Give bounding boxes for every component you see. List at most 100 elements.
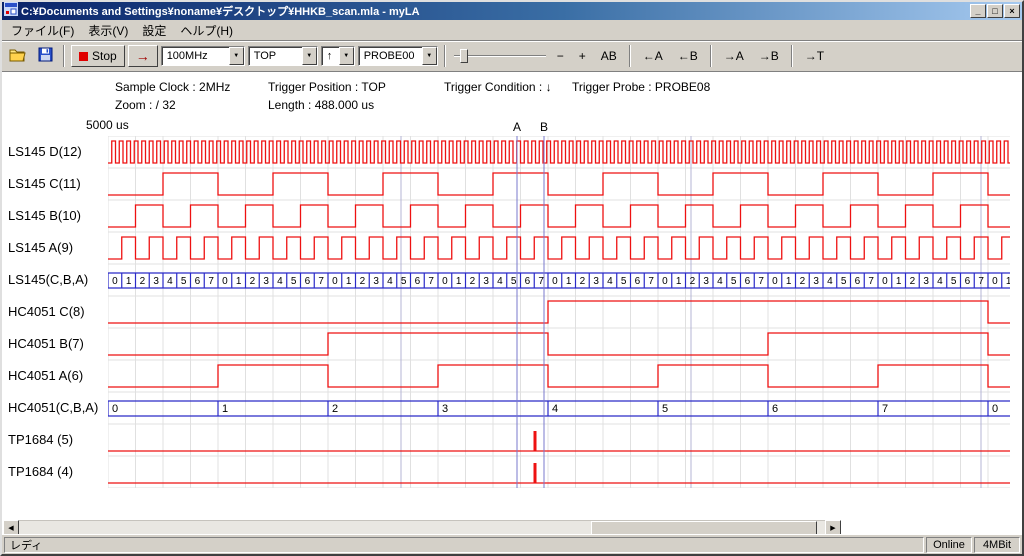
svg-text:3: 3 [483,276,489,287]
zoom-out-button[interactable]: − [551,46,570,66]
svg-text:2: 2 [332,403,338,415]
chevron-down-icon[interactable]: ▼ [302,47,317,65]
svg-text:6: 6 [965,276,971,287]
svg-text:6: 6 [635,276,641,287]
move-cursor-a-right-button[interactable]: →A [718,46,750,66]
menu-help[interactable]: ヘルプ(H) [173,20,240,41]
trigger-position-value: TOP [249,47,302,65]
svg-text:7: 7 [758,276,764,287]
svg-text:7: 7 [208,276,214,287]
zoom-slider[interactable] [452,45,548,67]
svg-text:1: 1 [346,276,352,287]
save-button[interactable] [33,45,57,67]
window-controls: _ □ × [970,4,1020,18]
app-icon [4,2,18,21]
trigger-edge-select[interactable]: ↑ ▼ [321,46,355,66]
svg-text:4: 4 [277,276,283,287]
sample-clock-select[interactable]: 100MHz ▼ [161,46,245,66]
channel-trace-7 [108,365,1010,387]
svg-text:4: 4 [937,276,943,287]
svg-text:2: 2 [910,276,916,287]
ab-range-button[interactable]: AB [595,46,623,66]
open-file-button[interactable] [6,45,30,67]
move-cursor-b-left-button[interactable]: ←B [672,46,704,66]
svg-text:3: 3 [703,276,709,287]
channel-trace-0 [108,141,1010,163]
toolbar-separator [710,45,712,67]
svg-text:1: 1 [676,276,682,287]
svg-text:5: 5 [841,276,847,287]
probe-select[interactable]: PROBE00 ▼ [358,46,438,66]
svg-text:1: 1 [566,276,572,287]
chevron-down-icon[interactable]: ▼ [422,47,437,65]
move-cursor-b-right-button[interactable]: →B [753,46,785,66]
svg-text:1: 1 [222,403,228,415]
folder-open-icon [9,48,27,65]
trigger-position-select[interactable]: TOP ▼ [248,46,318,66]
toolbar-separator [63,45,65,67]
svg-text:2: 2 [140,276,146,287]
waveform-panel: LS145 D(12)LS145 C(11)LS145 B(10)LS145 A… [2,136,1010,488]
scroll-right-icon[interactable]: ▶ [825,520,841,534]
svg-text:4: 4 [717,276,723,287]
statusbar: レディ Online 4MBit [2,534,1022,554]
memory-status: 4MBit [974,537,1020,553]
channel-trace-3 [108,237,1010,259]
maximize-button[interactable]: □ [987,4,1003,18]
run-button[interactable]: → [128,45,158,67]
menubar: ファイル(F) 表示(V) 設定 ヘルプ(H) [2,20,1022,40]
svg-text:5: 5 [731,276,737,287]
online-status: Online [926,537,972,553]
scrollbar-track[interactable] [19,520,825,534]
svg-text:6: 6 [525,276,531,287]
horizontal-scrollbar[interactable]: ◀ ▶ [3,520,841,534]
toolbar-separator [444,45,446,67]
svg-text:1: 1 [1006,276,1010,287]
svg-text:1: 1 [786,276,792,287]
scrollbar-thumb[interactable] [591,521,817,534]
run-arrow-icon: → [136,48,150,64]
svg-text:2: 2 [690,276,696,287]
move-cursor-a-left-button[interactable]: ←A [637,46,669,66]
svg-text:0: 0 [112,276,118,287]
floppy-disk-icon [38,47,53,65]
menu-settings[interactable]: 設定 [135,20,173,41]
cursor-b-label[interactable]: B [540,120,548,134]
zoom-in-button[interactable]: + [573,46,592,66]
channel-trace-4: 0123456701234567012345670123456701234567… [108,273,1010,288]
channel-trace-8: 012345670 [108,401,1010,416]
svg-text:5: 5 [401,276,407,287]
waveform-svg[interactable]: 0123456701234567012345670123456701234567… [108,136,1010,488]
chevron-down-icon[interactable]: ▼ [339,47,354,65]
channel-label: LS145 D(12) [8,144,82,159]
svg-text:1: 1 [896,276,902,287]
svg-text:0: 0 [882,276,888,287]
channel-trace-2 [108,205,1010,227]
chevron-down-icon[interactable]: ▼ [229,47,244,65]
menu-file[interactable]: ファイル(F) [4,20,81,41]
svg-text:4: 4 [387,276,393,287]
svg-text:7: 7 [648,276,654,287]
timebase-label: 5000 us [86,118,129,132]
channel-trace-10 [108,463,1010,483]
svg-text:0: 0 [992,403,998,415]
close-button[interactable]: × [1004,4,1020,18]
titlebar[interactable]: C:¥Documents and Settings¥noname¥デスクトップ¥… [2,2,1022,20]
svg-text:1: 1 [126,276,132,287]
stop-button[interactable]: Stop [71,45,125,67]
svg-text:3: 3 [373,276,379,287]
svg-text:2: 2 [800,276,806,287]
menu-view[interactable]: 表示(V) [81,20,135,41]
scroll-left-icon[interactable]: ◀ [3,520,19,534]
svg-text:1: 1 [236,276,242,287]
channel-trace-9 [108,431,1010,451]
cursor-a-label[interactable]: A [513,120,521,134]
zoom-slider-thumb[interactable] [460,49,468,63]
svg-text:4: 4 [167,276,173,287]
channel-trace-5 [108,301,1010,323]
grid [108,136,1010,488]
svg-text:6: 6 [195,276,201,287]
channel-label: TP1684 (4) [8,464,73,479]
go-to-trigger-button[interactable]: →T [799,46,830,66]
minimize-button[interactable]: _ [970,4,986,18]
